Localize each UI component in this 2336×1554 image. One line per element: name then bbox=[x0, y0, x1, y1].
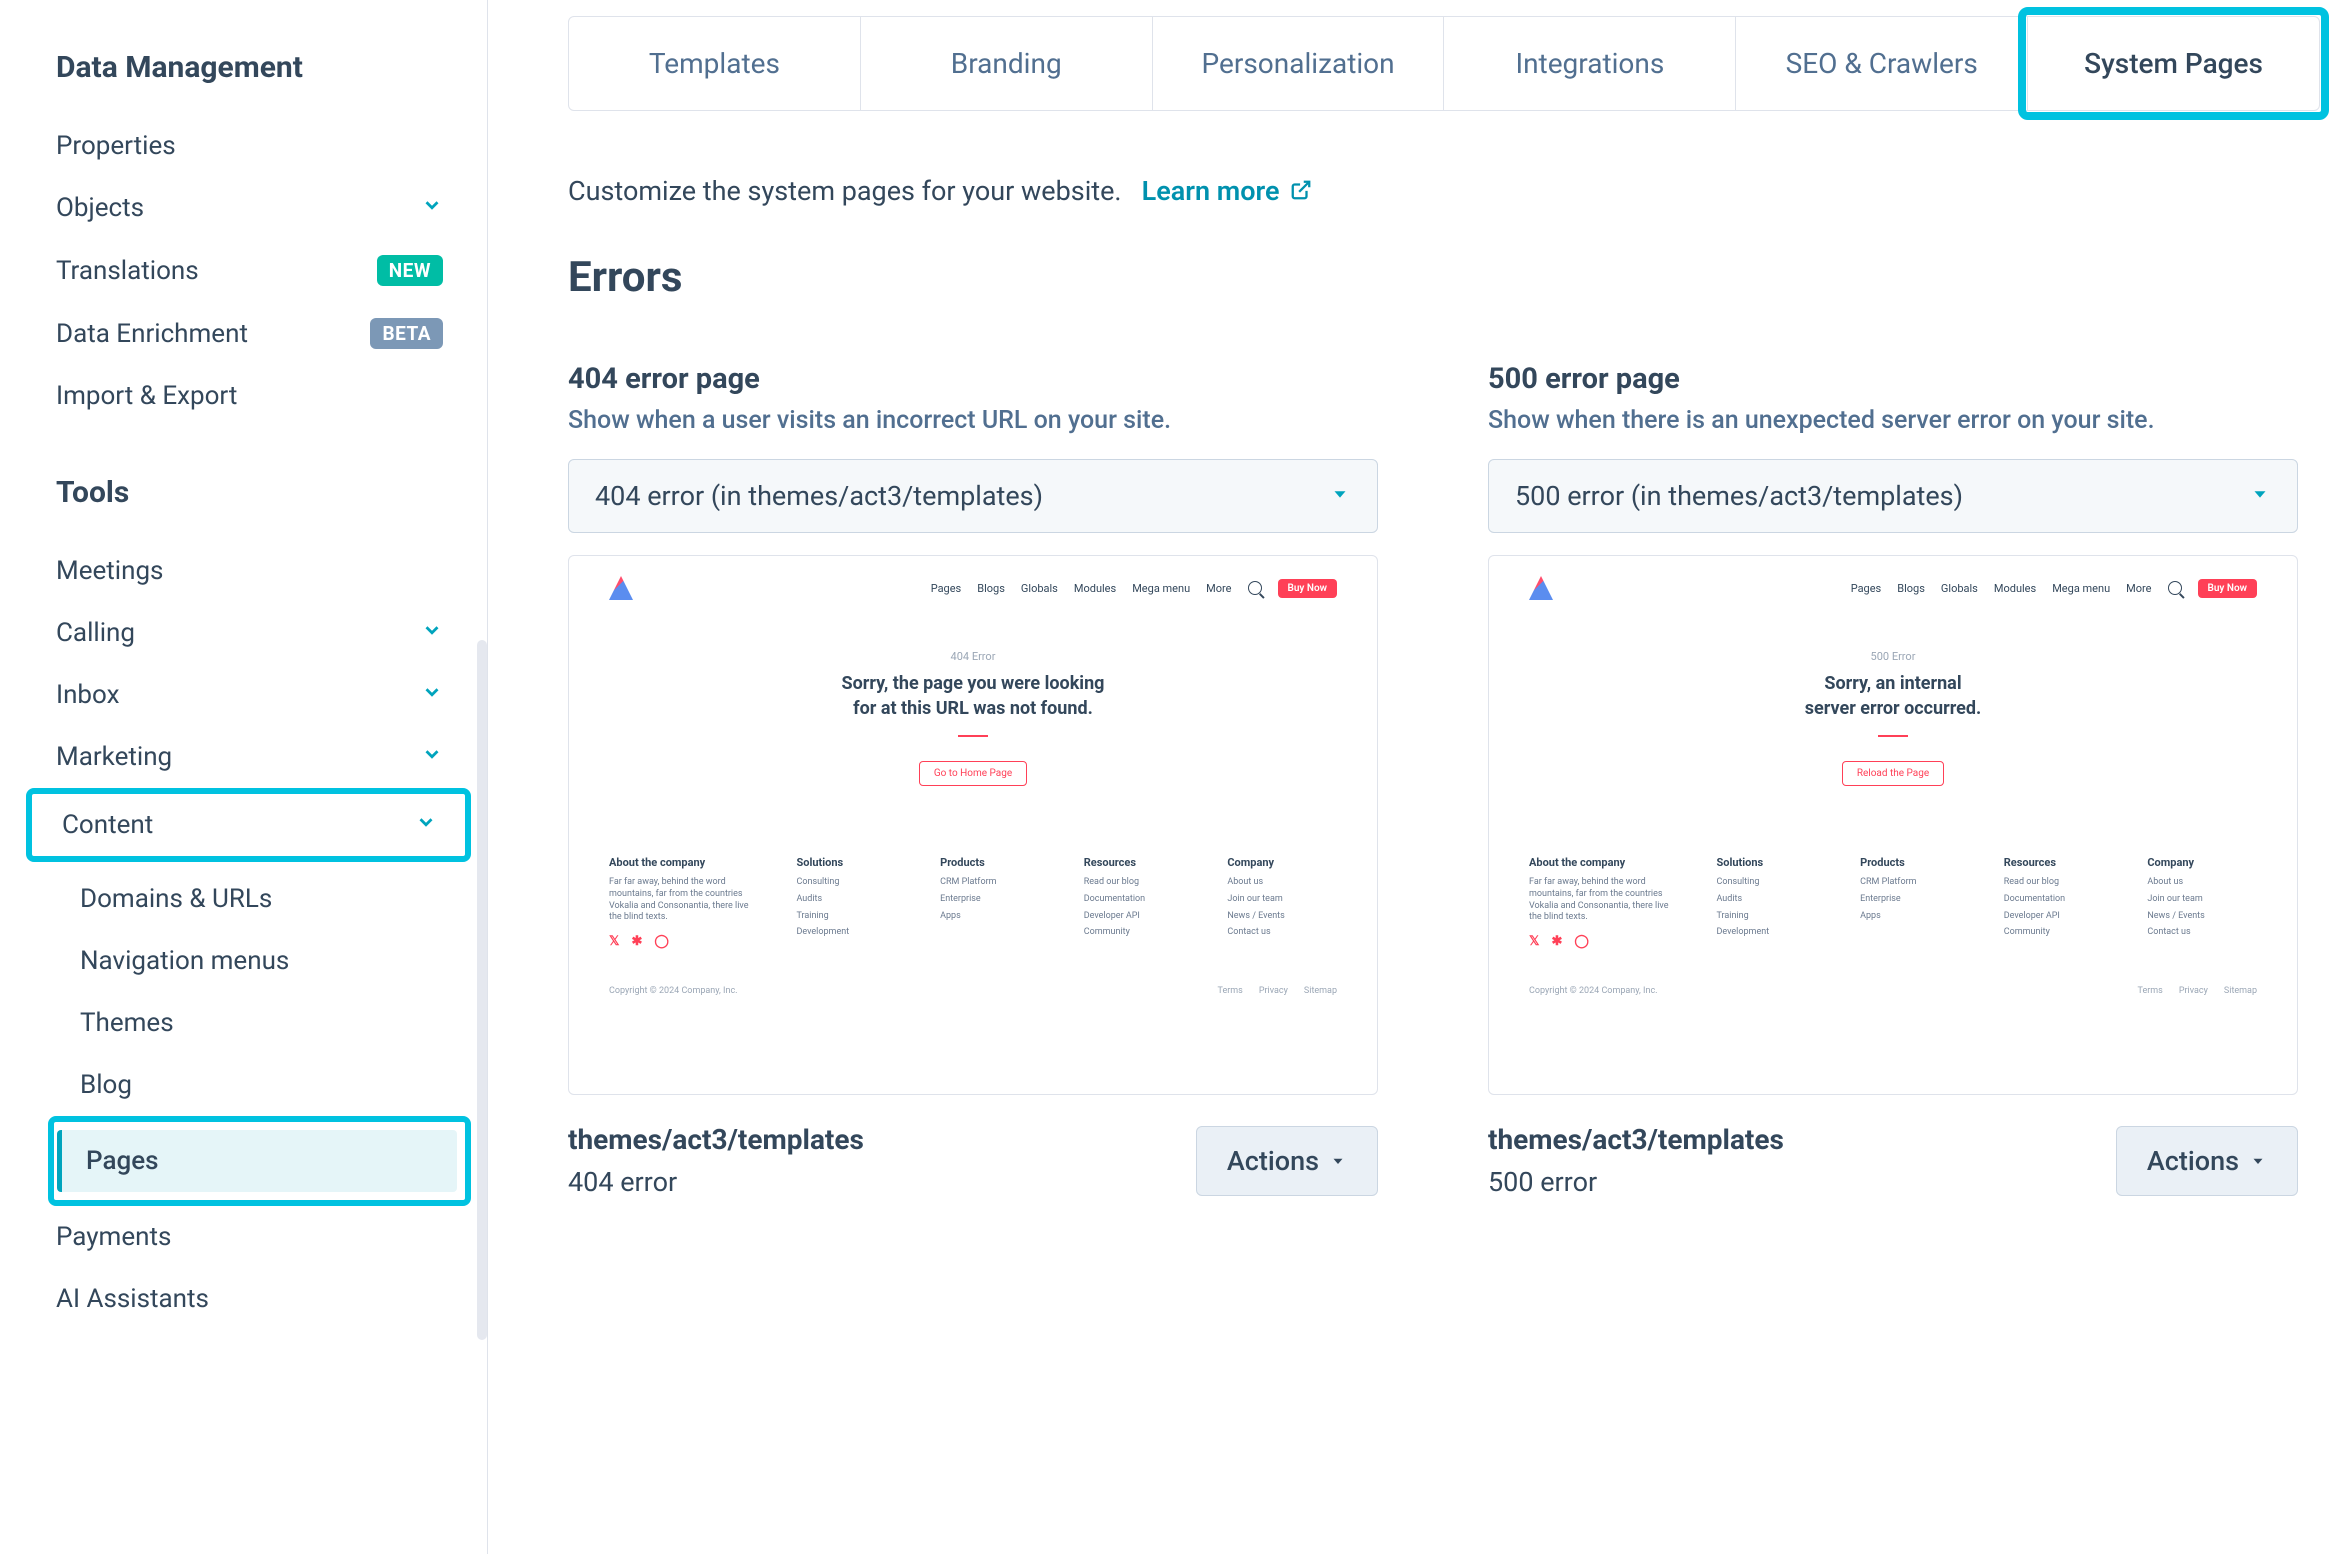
sidebar-item-label: Marketing bbox=[56, 742, 172, 772]
sidebar-item-label: Meetings bbox=[56, 556, 163, 586]
social-icons: 𝕏✱◯ bbox=[1529, 934, 1682, 951]
logo-icon bbox=[609, 576, 633, 600]
sidebar-item-label: Translations bbox=[56, 256, 199, 286]
sidebar-item-label: Properties bbox=[56, 131, 176, 161]
caret-down-icon bbox=[2249, 480, 2271, 512]
sidebar-item-marketing[interactable]: Marketing bbox=[56, 726, 463, 788]
search-icon bbox=[1248, 581, 1262, 595]
sidebar-subitem-themes[interactable]: Themes bbox=[56, 992, 463, 1054]
template-select-500[interactable]: 500 error (in themes/act3/templates) bbox=[1488, 459, 2298, 533]
divider-icon bbox=[958, 735, 988, 737]
new-badge: NEW bbox=[377, 255, 443, 286]
sidebar-item-label: Content bbox=[62, 810, 153, 840]
template-select-404[interactable]: 404 error (in themes/act3/templates) bbox=[568, 459, 1378, 533]
settings-sidebar: Data Management Properties Objects Trans… bbox=[0, 0, 488, 1554]
section-heading-data-management: Data Management bbox=[56, 50, 463, 85]
social-icons: 𝕏✱◯ bbox=[609, 934, 762, 951]
chevron-down-icon bbox=[421, 742, 443, 772]
card-subtitle-404: Show when a user visits an incorrect URL… bbox=[568, 406, 1378, 435]
chevron-down-icon bbox=[421, 618, 443, 648]
section-heading-tools: Tools bbox=[56, 475, 463, 510]
divider-icon bbox=[1878, 735, 1908, 737]
sidebar-item-label: Inbox bbox=[56, 680, 120, 710]
sidebar-item-translations[interactable]: Translations NEW bbox=[56, 239, 463, 302]
select-value: 404 error (in themes/act3/templates) bbox=[595, 480, 1043, 512]
card-title-404: 404 error page bbox=[568, 362, 1378, 396]
logo-icon bbox=[1529, 576, 1553, 600]
caret-down-icon bbox=[1329, 1152, 1347, 1170]
tab-integrations[interactable]: Integrations bbox=[1444, 17, 1736, 110]
template-name: 500 error bbox=[1488, 1166, 1784, 1198]
buy-now-button: Buy Now bbox=[2198, 579, 2258, 598]
template-path: themes/act3/templates bbox=[568, 1123, 864, 1156]
preview-nav: Pages Blogs Globals Modules Mega menu Mo… bbox=[1851, 579, 2257, 598]
template-preview-404: Pages Blogs Globals Modules Mega menu Mo… bbox=[568, 555, 1378, 1095]
sidebar-item-label: Payments bbox=[56, 1222, 171, 1252]
page-description-row: Customize the system pages for your webs… bbox=[568, 175, 2336, 207]
card-subtitle-500: Show when there is an unexpected server … bbox=[1488, 406, 2298, 435]
sidebar-item-inbox[interactable]: Inbox bbox=[56, 664, 463, 726]
sidebar-item-payments[interactable]: Payments bbox=[56, 1206, 463, 1268]
sidebar-item-content[interactable]: Content bbox=[32, 794, 465, 856]
tab-system-pages[interactable]: System Pages bbox=[2028, 17, 2319, 110]
sidebar-item-import-export[interactable]: Import & Export bbox=[56, 365, 463, 427]
sidebar-item-label: Objects bbox=[56, 193, 144, 223]
card-500: 500 error page Show when there is an une… bbox=[1488, 362, 2298, 1198]
tab-templates[interactable]: Templates bbox=[569, 17, 861, 110]
preview-home-button: Go to Home Page bbox=[919, 761, 1027, 786]
sidebar-item-properties[interactable]: Properties bbox=[56, 115, 463, 177]
card-footer-404: themes/act3/templates 404 error Actions bbox=[568, 1123, 1378, 1198]
content-submenu: Domains & URLs Navigation menus Themes B… bbox=[56, 868, 463, 1206]
sidebar-subitem-pages[interactable]: Pages bbox=[57, 1130, 457, 1192]
sidebar-item-label: Data Enrichment bbox=[56, 319, 248, 349]
sidebar-item-data-enrichment[interactable]: Data Enrichment BETA bbox=[56, 302, 463, 365]
external-link-icon bbox=[1286, 175, 1312, 207]
sidebar-subitem-domains[interactable]: Domains & URLs bbox=[56, 868, 463, 930]
template-name: 404 error bbox=[568, 1166, 864, 1198]
sidebar-item-ai-assistants[interactable]: AI Assistants bbox=[56, 1268, 463, 1330]
sidebar-subitem-navmenus[interactable]: Navigation menus bbox=[56, 930, 463, 992]
preview-nav: Pages Blogs Globals Modules Mega menu Mo… bbox=[931, 579, 1337, 598]
sidebar-subitem-blog[interactable]: Blog bbox=[56, 1054, 463, 1116]
tab-personalization[interactable]: Personalization bbox=[1153, 17, 1445, 110]
buy-now-button: Buy Now bbox=[1278, 579, 1338, 598]
preview-error-title: Sorry, an internal server error occurred… bbox=[1529, 671, 2257, 721]
error-cards-row: 404 error page Show when a user visits a… bbox=[568, 362, 2336, 1198]
sidebar-item-objects[interactable]: Objects bbox=[56, 177, 463, 239]
card-title-500: 500 error page bbox=[1488, 362, 2298, 396]
page-description: Customize the system pages for your webs… bbox=[568, 175, 1122, 207]
card-footer-500: themes/act3/templates 500 error Actions bbox=[1488, 1123, 2298, 1198]
page-title: Errors bbox=[568, 253, 2336, 302]
learn-more-link[interactable]: Learn more bbox=[1142, 175, 1313, 207]
select-value: 500 error (in themes/act3/templates) bbox=[1515, 480, 1963, 512]
preview-error-label: 500 Error bbox=[1529, 650, 2257, 663]
preview-error-title: Sorry, the page you were looking for at … bbox=[609, 671, 1337, 721]
caret-down-icon bbox=[2249, 1152, 2267, 1170]
preview-reload-button: Reload the Page bbox=[1842, 761, 1944, 786]
preview-error-label: 404 Error bbox=[609, 650, 1337, 663]
chevron-down-icon bbox=[421, 193, 443, 223]
actions-button-404[interactable]: Actions bbox=[1196, 1126, 1378, 1196]
template-preview-500: Pages Blogs Globals Modules Mega menu Mo… bbox=[1488, 555, 2298, 1095]
tab-bar: Templates Branding Personalization Integ… bbox=[568, 16, 2320, 111]
template-path: themes/act3/templates bbox=[1488, 1123, 1784, 1156]
card-404: 404 error page Show when a user visits a… bbox=[568, 362, 1378, 1198]
sidebar-item-calling[interactable]: Calling bbox=[56, 602, 463, 664]
sidebar-item-label: AI Assistants bbox=[56, 1284, 209, 1314]
main-content: Templates Branding Personalization Integ… bbox=[488, 0, 2336, 1554]
sidebar-item-label: Import & Export bbox=[56, 381, 237, 411]
tab-seo-crawlers[interactable]: SEO & Crawlers bbox=[1736, 17, 2028, 110]
sidebar-item-meetings[interactable]: Meetings bbox=[56, 540, 463, 602]
sidebar-item-label: Calling bbox=[56, 618, 135, 648]
highlight-pages: Pages bbox=[48, 1116, 471, 1206]
actions-button-500[interactable]: Actions bbox=[2116, 1126, 2298, 1196]
search-icon bbox=[2168, 581, 2182, 595]
beta-badge: BETA bbox=[370, 318, 443, 349]
highlight-content-section: Content bbox=[26, 788, 471, 862]
caret-down-icon bbox=[1329, 480, 1351, 512]
chevron-down-icon bbox=[415, 810, 437, 840]
tab-branding[interactable]: Branding bbox=[861, 17, 1153, 110]
chevron-down-icon bbox=[421, 680, 443, 710]
